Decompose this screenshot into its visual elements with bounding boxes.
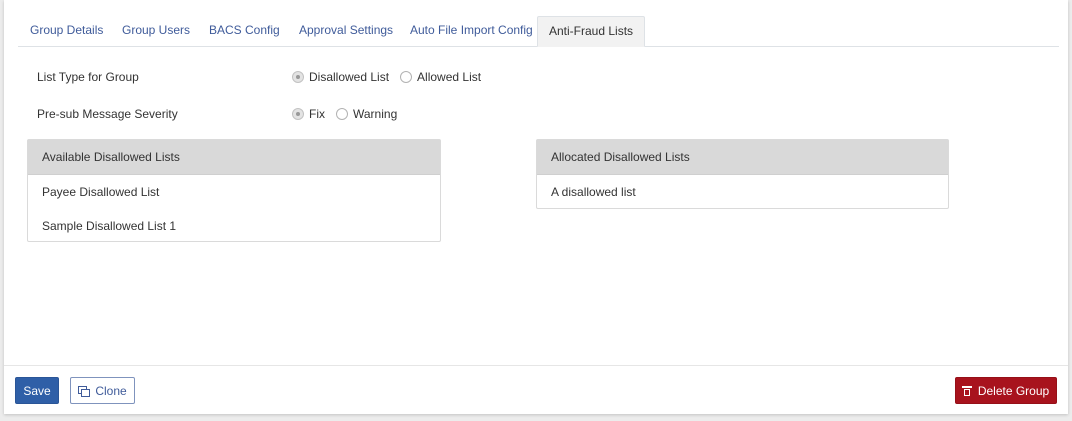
- tab-bar: Group Details Group Users BACS Config Ap…: [18, 16, 1059, 47]
- warning-radio[interactable]: [336, 108, 348, 120]
- severity-radio-group: Fix Warning: [292, 107, 408, 121]
- trash-icon: [961, 385, 972, 396]
- warning-option[interactable]: Warning: [336, 107, 397, 121]
- fix-option-label: Fix: [309, 107, 325, 121]
- severity-label: Pre-sub Message Severity: [37, 107, 178, 121]
- tab-bacs-config[interactable]: BACS Config: [209, 16, 280, 45]
- list-item[interactable]: Sample Disallowed List 1: [28, 209, 440, 243]
- delete-group-button-label: Delete Group: [977, 383, 1050, 398]
- warning-option-label: Warning: [353, 107, 398, 121]
- fix-option[interactable]: Fix: [292, 107, 325, 121]
- allowed-list-radio[interactable]: [400, 71, 413, 83]
- disallowed-list-radio[interactable]: [292, 71, 304, 83]
- group-settings-card: Group Details Group Users BACS Config Ap…: [4, 0, 1068, 414]
- clone-icon: [78, 385, 91, 397]
- allowed-list-option-label: Allowed List: [417, 70, 482, 84]
- tab-group-details[interactable]: Group Details: [30, 16, 103, 45]
- available-lists-panel: Available Disallowed Lists Payee Disallo…: [27, 139, 441, 242]
- list-type-label: List Type for Group: [37, 70, 139, 84]
- list-type-radio-group: Disallowed List Allowed List: [292, 70, 492, 84]
- delete-group-button[interactable]: Delete Group: [955, 377, 1057, 404]
- allowed-list-option[interactable]: Allowed List: [400, 70, 481, 84]
- tab-group-users[interactable]: Group Users: [122, 16, 190, 45]
- save-button-label: Save: [23, 383, 51, 398]
- fix-radio[interactable]: [292, 108, 304, 120]
- clone-button[interactable]: Clone: [70, 377, 135, 404]
- list-item[interactable]: A disallowed list: [537, 175, 948, 209]
- list-item[interactable]: Payee Disallowed List: [28, 175, 440, 209]
- allocated-lists-header: Allocated Disallowed Lists: [537, 140, 948, 175]
- disallowed-list-option[interactable]: Disallowed List: [292, 70, 389, 84]
- disallowed-list-option-label: Disallowed List: [309, 70, 390, 84]
- available-lists-header: Available Disallowed Lists: [28, 140, 440, 175]
- footer-bar: Save Clone Delete Group: [4, 365, 1068, 415]
- tab-approval-settings[interactable]: Approval Settings: [299, 16, 393, 45]
- allocated-lists-panel: Allocated Disallowed Lists A disallowed …: [536, 139, 949, 209]
- clone-button-label: Clone: [95, 383, 127, 398]
- tab-auto-file-import-config[interactable]: Auto File Import Config: [410, 16, 533, 45]
- save-button[interactable]: Save: [15, 377, 59, 404]
- tab-anti-fraud-lists[interactable]: Anti-Fraud Lists: [537, 16, 646, 47]
